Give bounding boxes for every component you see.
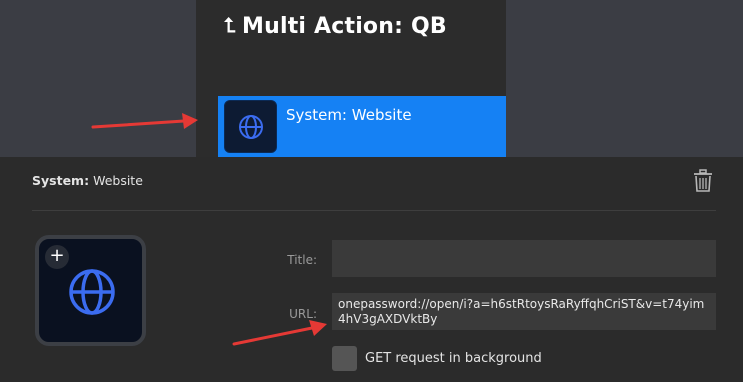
annotation-arrow-icon [232, 320, 327, 346]
annotation-arrow-icon [91, 113, 198, 129]
get-request-checkbox[interactable] [332, 346, 357, 371]
multi-action-title: ⮤ Multi Action: QB [224, 13, 447, 39]
action-item-icon [224, 100, 277, 153]
add-icon[interactable]: + [45, 245, 69, 269]
inspector-divider [32, 210, 716, 211]
globe-icon [238, 114, 263, 139]
trash-icon[interactable] [692, 169, 714, 193]
title-label: Title: [287, 253, 317, 267]
inspector-action-name: Website [93, 173, 143, 188]
url-input[interactable]: onepassword://open/i?a=h6stRtoysRaRyffqh… [332, 293, 716, 330]
action-icon-editor[interactable]: + [35, 235, 146, 346]
inspector-header: System: Website [32, 173, 143, 188]
action-list-item-website[interactable]: System: Website [218, 96, 506, 157]
get-request-label: GET request in background [365, 351, 542, 366]
multi-action-panel: ⮤ Multi Action: QB System: Website [196, 0, 506, 157]
back-arrow-icon[interactable]: ⮤ [224, 13, 236, 37]
action-item-label: System: Website [286, 106, 412, 124]
inspector-panel: System: Website + Title: URL: onepasswor… [0, 157, 743, 382]
multi-action-title-text: Multi Action: QB [242, 14, 447, 39]
title-input[interactable] [332, 240, 716, 277]
inspector-category: System: [32, 173, 90, 188]
globe-icon [69, 269, 115, 315]
